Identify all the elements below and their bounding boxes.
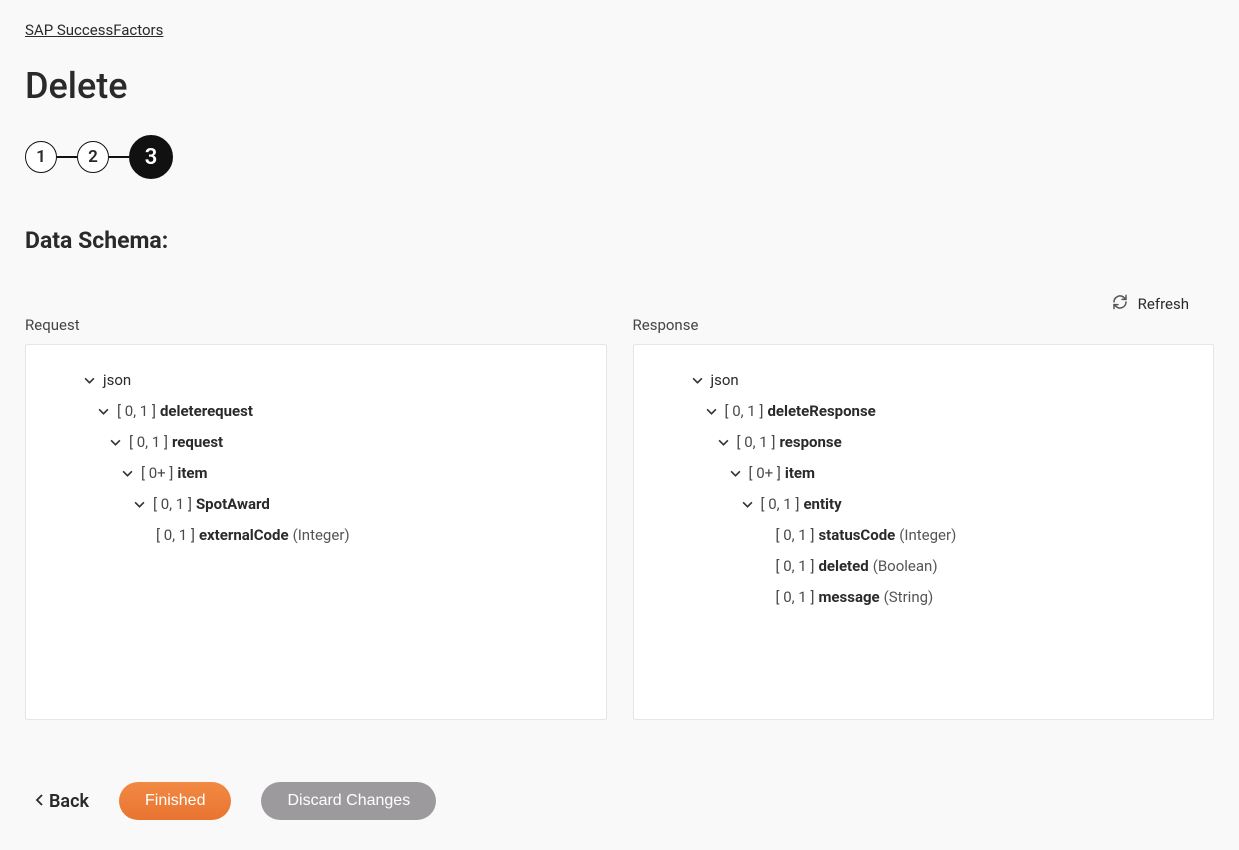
- step-connector: [57, 156, 77, 158]
- page-title: Delete: [25, 65, 1214, 107]
- node-name: deleted: [818, 556, 868, 577]
- tree-leaf[interactable]: [ 0, 1 ] externalCode (Integer): [50, 520, 586, 551]
- cardinality: [ 0, 1 ]: [725, 401, 764, 422]
- step-3[interactable]: 3: [129, 135, 173, 179]
- breadcrumb-link[interactable]: SAP SuccessFactors: [25, 21, 163, 39]
- node-name: SpotAward: [196, 494, 270, 515]
- cardinality: [ 0, 1 ]: [776, 587, 815, 608]
- cardinality: [ 0, 1 ]: [776, 525, 815, 546]
- cardinality: [ 0+ ]: [141, 463, 173, 484]
- node-type: (Integer): [899, 525, 956, 546]
- node-name: item: [785, 463, 815, 484]
- response-panel: json [ 0, 1 ] deleteResponse [ 0, 1 ] re…: [633, 344, 1215, 720]
- tree-node-label: json: [711, 370, 739, 391]
- node-name: item: [177, 463, 207, 484]
- tree-node[interactable]: [ 0, 1 ] entity: [658, 489, 1194, 520]
- tree-node-root[interactable]: json: [658, 365, 1194, 396]
- cardinality: [ 0, 1 ]: [737, 432, 776, 453]
- cardinality: [ 0+ ]: [749, 463, 781, 484]
- request-panel: json [ 0, 1 ] deleterequest [ 0, 1 ] req…: [25, 344, 607, 720]
- tree-leaf[interactable]: [ 0, 1 ] deleted (Boolean): [658, 551, 1194, 582]
- chevron-down-icon: [718, 437, 729, 448]
- tree-node[interactable]: [ 0+ ] item: [50, 458, 586, 489]
- section-title: Data Schema:: [25, 227, 1214, 254]
- cardinality: [ 0, 1 ]: [153, 494, 192, 515]
- refresh-label: Refresh: [1138, 295, 1189, 313]
- finished-button[interactable]: Finished: [119, 782, 231, 820]
- tree-node[interactable]: [ 0, 1 ] SpotAward: [50, 489, 586, 520]
- node-name: externalCode: [199, 525, 289, 546]
- node-name: deleterequest: [160, 401, 253, 422]
- step-1[interactable]: 1: [25, 141, 57, 173]
- node-name: deleteResponse: [767, 401, 875, 422]
- chevron-down-icon: [84, 375, 95, 386]
- tree-node-label: json: [103, 370, 131, 391]
- chevron-down-icon: [98, 406, 109, 417]
- tree-leaf[interactable]: [ 0, 1 ] statusCode (Integer): [658, 520, 1194, 551]
- chevron-down-icon: [742, 499, 753, 510]
- node-type: (Boolean): [873, 556, 938, 577]
- node-name: statusCode: [818, 525, 895, 546]
- cardinality: [ 0, 1 ]: [776, 556, 815, 577]
- stepper: 1 2 3: [25, 135, 1214, 179]
- tree-node[interactable]: [ 0, 1 ] request: [50, 427, 586, 458]
- response-label: Response: [633, 316, 1215, 334]
- node-type: (Integer): [293, 525, 350, 546]
- back-button[interactable]: Back: [25, 791, 89, 812]
- step-connector: [109, 156, 129, 158]
- tree-node-root[interactable]: json: [50, 365, 586, 396]
- footer-actions: Back Finished Discard Changes: [25, 782, 1214, 820]
- tree-node[interactable]: [ 0, 1 ] response: [658, 427, 1194, 458]
- chevron-left-icon: [35, 791, 45, 812]
- cardinality: [ 0, 1 ]: [156, 525, 195, 546]
- node-name: entity: [803, 494, 841, 515]
- node-name: request: [172, 432, 223, 453]
- cardinality: [ 0, 1 ]: [117, 401, 156, 422]
- chevron-down-icon: [134, 499, 145, 510]
- node-name: response: [779, 432, 841, 453]
- step-2[interactable]: 2: [77, 141, 109, 173]
- tree-node[interactable]: [ 0, 1 ] deleteResponse: [658, 396, 1194, 427]
- back-label: Back: [49, 791, 89, 812]
- cardinality: [ 0, 1 ]: [761, 494, 800, 515]
- chevron-down-icon: [706, 406, 717, 417]
- refresh-icon: [1112, 294, 1128, 314]
- tree-node[interactable]: [ 0+ ] item: [658, 458, 1194, 489]
- chevron-down-icon: [110, 437, 121, 448]
- refresh-button[interactable]: Refresh: [25, 294, 1214, 314]
- node-name: message: [818, 587, 879, 608]
- chevron-down-icon: [122, 468, 133, 479]
- tree-leaf[interactable]: [ 0, 1 ] message (String): [658, 582, 1194, 613]
- request-label: Request: [25, 316, 607, 334]
- discard-changes-button[interactable]: Discard Changes: [261, 782, 436, 820]
- node-type: (String): [884, 587, 934, 608]
- tree-node[interactable]: [ 0, 1 ] deleterequest: [50, 396, 586, 427]
- cardinality: [ 0, 1 ]: [129, 432, 168, 453]
- chevron-down-icon: [730, 468, 741, 479]
- chevron-down-icon: [692, 375, 703, 386]
